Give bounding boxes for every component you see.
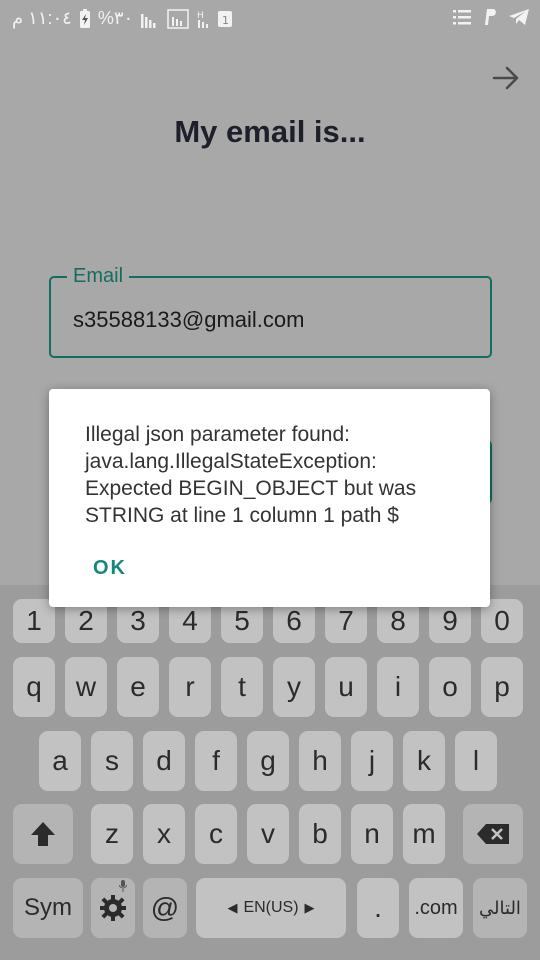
key-n[interactable]: n [351, 804, 393, 864]
key-u[interactable]: u [325, 657, 367, 717]
key-z[interactable]: z [91, 804, 133, 864]
key-b[interactable]: b [299, 804, 341, 864]
key-f[interactable]: f [195, 731, 237, 791]
dotcom-key[interactable]: .com [409, 878, 463, 938]
page-title: My email is... [174, 114, 366, 149]
language-right-icon: ▶ [304, 900, 315, 915]
key-r[interactable]: r [169, 657, 211, 717]
email-field-label: Email [67, 265, 130, 288]
gear-icon [100, 895, 126, 921]
email-field-value[interactable]: s35588133@gmail.com [73, 307, 304, 333]
key-k[interactable]: k [403, 731, 445, 791]
ok-button[interactable]: OK [93, 557, 127, 580]
sim-icon: 1 [217, 10, 233, 28]
key-1[interactable]: 1 [13, 599, 55, 643]
key-v[interactable]: v [247, 804, 289, 864]
key-c[interactable]: c [195, 804, 237, 864]
battery-percent: %٣٠ [97, 8, 134, 28]
key-w[interactable]: w [65, 657, 107, 717]
language-left-icon: ◀ [227, 900, 238, 915]
period-key[interactable]: . [357, 878, 399, 938]
key-e[interactable]: e [117, 657, 159, 717]
battery-icon [79, 8, 91, 29]
key-y[interactable]: y [273, 657, 315, 717]
sym-key[interactable]: Sym [13, 878, 83, 938]
shift-arrow-icon [31, 822, 55, 846]
backspace-icon [477, 824, 509, 844]
list-icon [452, 8, 472, 26]
clock: ١١:٠٤ م [12, 8, 72, 28]
key-l[interactable]: l [455, 731, 497, 791]
error-dialog: Illegal json parameter found: java.lang.… [49, 389, 490, 607]
status-bar-left: ١١:٠٤ م %٣٠ H 1 [12, 8, 233, 29]
keyboard: 1 2 3 4 5 6 7 8 9 0 q w e r t y u i o p … [0, 585, 540, 960]
key-a[interactable]: a [39, 731, 81, 791]
backspace-key[interactable] [463, 804, 523, 864]
language-label: EN(US) [243, 899, 299, 916]
key-o[interactable]: o [429, 657, 471, 717]
next-key[interactable]: التالي [473, 878, 527, 938]
space-key[interactable]: ◀ EN(US) ▶ [196, 878, 346, 938]
hplus-icon: H [196, 9, 210, 29]
dialog-message: Illegal json parameter found: java.lang.… [85, 423, 417, 527]
key-q[interactable]: q [13, 657, 55, 717]
email-field[interactable]: Email s35588133@gmail.com [49, 265, 492, 358]
paypal-icon [482, 8, 498, 26]
key-j[interactable]: j [351, 731, 393, 791]
key-t[interactable]: t [221, 657, 263, 717]
key-h[interactable]: h [299, 731, 341, 791]
signal-icon [140, 10, 160, 28]
sim-label: 1 [222, 14, 229, 27]
signal-box-icon [167, 8, 189, 29]
shift-key[interactable] [13, 804, 73, 864]
key-s[interactable]: s [91, 731, 133, 791]
at-key[interactable]: @ [143, 878, 187, 938]
status-bar-right [452, 8, 530, 26]
key-i[interactable]: i [377, 657, 419, 717]
key-p[interactable]: p [481, 657, 523, 717]
key-x[interactable]: x [143, 804, 185, 864]
next-arrow-icon[interactable] [490, 62, 522, 94]
key-d[interactable]: d [143, 731, 185, 791]
telegram-icon [508, 8, 530, 26]
key-m[interactable]: m [403, 804, 445, 864]
svg-text:H: H [197, 11, 204, 21]
microphone-icon [119, 880, 127, 892]
status-bar: ١١:٠٤ م %٣٠ H 1 [0, 0, 540, 36]
settings-key[interactable] [91, 878, 135, 938]
key-g[interactable]: g [247, 731, 289, 791]
